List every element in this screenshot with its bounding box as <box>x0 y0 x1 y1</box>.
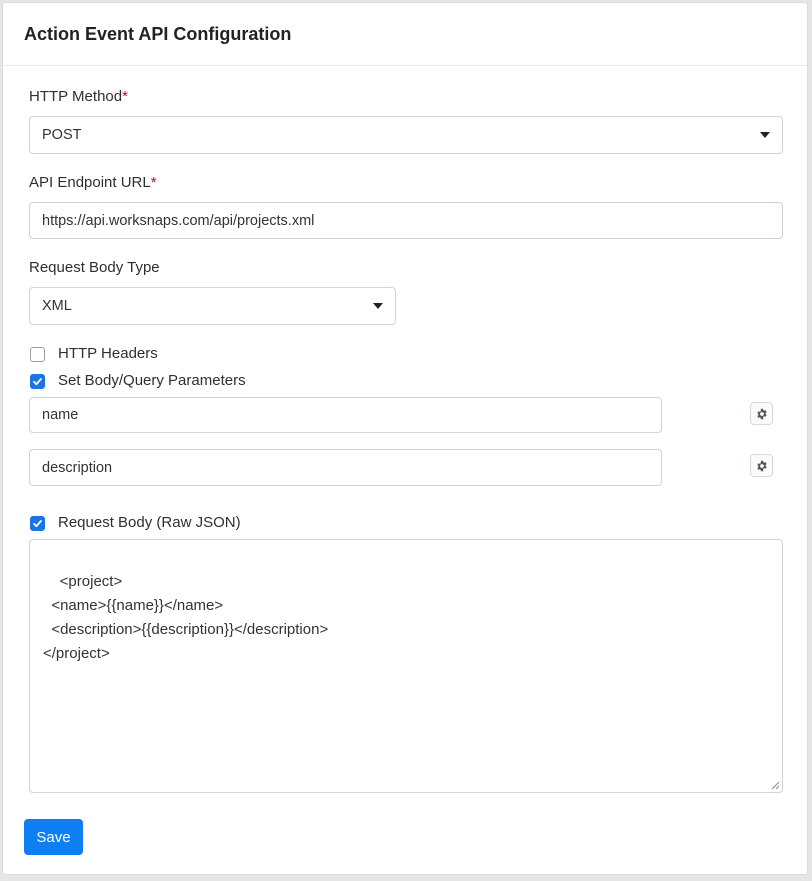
gear-icon <box>756 460 767 471</box>
param-input-name[interactable]: name <box>29 397 662 433</box>
param-settings-button[interactable] <box>750 402 773 425</box>
card-header: Action Event API Configuration <box>3 3 807 66</box>
required-mark: * <box>122 88 128 105</box>
checkmark-icon <box>33 378 42 386</box>
raw-body-textarea[interactable]: <project> <name>{{name}}</name> <descrip… <box>29 539 783 793</box>
page-title: Action Event API Configuration <box>24 23 292 44</box>
api-config-card: Action Event API Configuration HTTP Meth… <box>2 2 808 875</box>
http-headers-checkbox[interactable] <box>30 347 45 362</box>
caret-down-icon <box>760 132 770 138</box>
gear-icon <box>756 408 767 419</box>
endpoint-label-text: API Endpoint URL <box>29 174 151 191</box>
body-params-checkbox[interactable] <box>30 374 45 389</box>
required-mark: * <box>150 174 157 191</box>
save-button[interactable]: Save <box>24 819 83 855</box>
raw-body-label: Request Body (Raw JSON) <box>58 514 241 531</box>
body-type-label: Request Body Type <box>29 259 160 276</box>
param-name-value: name <box>42 407 79 423</box>
checkmark-icon <box>33 520 42 528</box>
http-method-value: POST <box>42 127 82 143</box>
param-description-value: description <box>42 459 113 476</box>
http-method-label-text: HTTP Method <box>29 88 123 105</box>
http-method-select[interactable]: POST <box>29 116 783 154</box>
http-method-label: HTTP Method* <box>29 88 128 105</box>
body-type-value: XML <box>42 298 72 314</box>
body-type-select[interactable]: XML <box>29 287 396 325</box>
endpoint-url-input[interactable]: https://api.worksnaps.com/api/projects.x… <box>29 202 783 239</box>
body-params-label: Set Body/Query Parameters <box>58 372 246 389</box>
raw-body-checkbox[interactable] <box>30 516 45 531</box>
resize-handle-icon[interactable] <box>771 781 780 790</box>
param-settings-button[interactable] <box>750 454 773 477</box>
http-headers-label: HTTP Headers <box>58 345 158 362</box>
raw-body-content: <project> <name>{{name}}</name> <descrip… <box>43 573 329 662</box>
endpoint-label: API Endpoint URL* <box>29 174 157 191</box>
endpoint-url-value: https://api.worksnaps.com/api/projects.x… <box>42 212 315 229</box>
param-input-description[interactable]: description <box>29 449 662 486</box>
caret-down-icon <box>373 303 383 309</box>
